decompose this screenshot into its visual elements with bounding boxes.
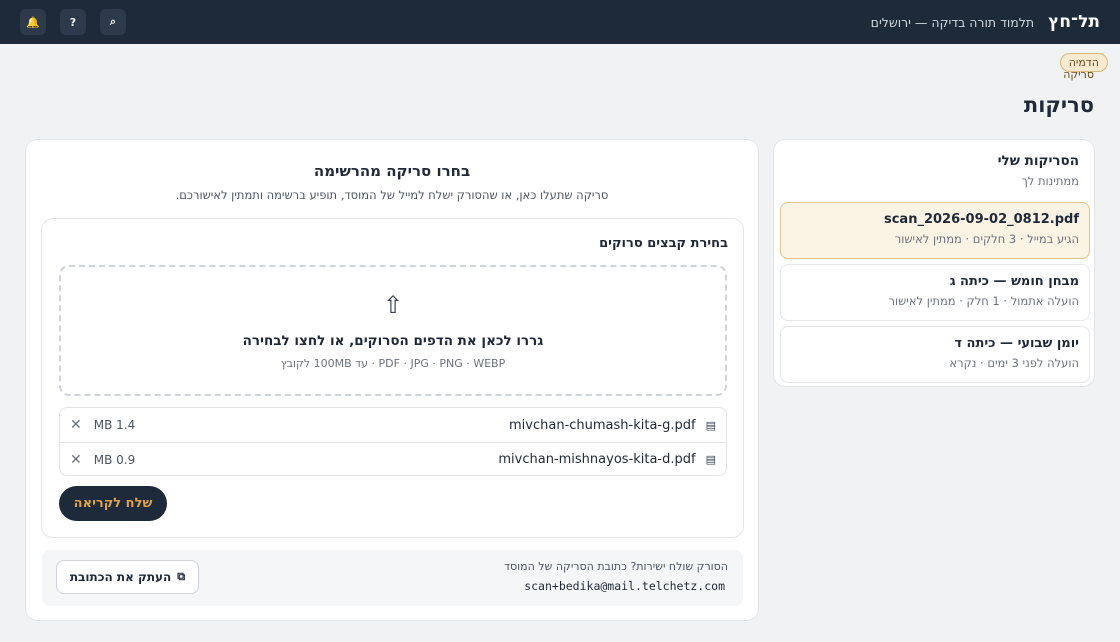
remove-file-close-icon[interactable]: ✕ bbox=[70, 452, 82, 468]
upload-label: בחירת קבצים סרוקים bbox=[599, 236, 728, 251]
file-name: mivchan-mishnayos-kita-d.pdf bbox=[498, 452, 696, 467]
copy-icon: ⧉ bbox=[177, 570, 186, 583]
demo-sub-label: סריקה bbox=[1063, 68, 1094, 81]
send-to-read-button[interactable]: שלח לקריאה bbox=[59, 486, 167, 521]
scan-meta: הגיע במייל · 3 חלקים · ממתין לאישור bbox=[894, 232, 1079, 246]
search-icon[interactable]: ⌕ bbox=[100, 9, 126, 35]
scan-name: scan_2026-09-02_0812.pdf bbox=[883, 212, 1079, 227]
main-title: בחרו סריקה מהרשימה bbox=[313, 162, 471, 180]
scan-email-address[interactable]: scan+bedika@mail.telchetz.com bbox=[524, 579, 725, 593]
scans-list-subtitle: ממתינות לך bbox=[1021, 174, 1079, 188]
copy-address-label: העתק את הכתובת bbox=[69, 570, 172, 584]
upload-section: בחירת קבצים סרוקים ⇧ גררו לכאן את הדפים … bbox=[41, 218, 744, 538]
scan-list-item[interactable]: יומן שבועי — כיתה ד הועלה לפני 3 ימים · … bbox=[780, 326, 1090, 383]
scan-list-item[interactable]: מבחן חומש — כיתה ג הועלה אתמול · 1 חלק ·… bbox=[780, 264, 1090, 321]
page-title: סריקות bbox=[1023, 93, 1094, 117]
scans-list-panel: הסריקות שלי ממתינות לך scan_2026-09-02_0… bbox=[773, 139, 1095, 387]
forward-hint: הסורק שולח ישירות? כתובת הסריקה של המוסד bbox=[504, 560, 728, 573]
scan-name: יומן שבועי — כיתה ד bbox=[954, 336, 1079, 351]
app-logo[interactable]: תל־חץ bbox=[1048, 12, 1100, 32]
upload-arrow-icon: ⇧ bbox=[382, 291, 404, 319]
school-name: תלמוד תורה בדיקה — ירושלים bbox=[870, 14, 1035, 30]
scan-meta: הועלה לפני 3 ימים · נקרא bbox=[949, 356, 1079, 370]
file-size: 0.9 MB bbox=[93, 452, 136, 467]
dropzone-text: גררו לכאן את הדפים הסרוקים, או לחצו לבחי… bbox=[242, 333, 544, 349]
document-icon: ▤ bbox=[705, 418, 716, 432]
brand: תל־חץ תלמוד תורה בדיקה — ירושלים bbox=[871, 12, 1100, 32]
scanner-forward-box: הסורק שולח ישירות? כתובת הסריקה של המוסד… bbox=[42, 550, 743, 606]
file-size: 1.4 MB bbox=[93, 418, 136, 432]
copy-address-button[interactable]: ⧉ העתק את הכתובת bbox=[56, 560, 199, 594]
dropzone-hint: PDF · JPG · PNG · WEBP · עד 100MB לקובץ bbox=[280, 357, 506, 370]
scan-name: מבחן חומש — כיתה ג bbox=[949, 274, 1079, 289]
remove-file-close-icon[interactable]: ✕ bbox=[70, 417, 82, 433]
top-actions: 🔔 ? ⌕ bbox=[20, 9, 126, 35]
file-row: ✕ 1.4 MB mivchan-chumash-kita-g.pdf ▤ bbox=[60, 408, 726, 442]
file-dropzone[interactable]: ⇧ גררו לכאן את הדפים הסרוקים, או לחצו לב… bbox=[59, 265, 727, 396]
scan-list-item[interactable]: scan_2026-09-02_0812.pdf הגיע במייל · 3 … bbox=[780, 202, 1090, 259]
main-subtitle: סריקה שתעלו כאן, או שהסורק ישלח למייל של… bbox=[175, 188, 609, 202]
scan-meta: הועלה אתמול · 1 חלק · ממתין לאישור bbox=[888, 294, 1079, 308]
document-icon: ▤ bbox=[705, 453, 716, 466]
main-panel: בחרו סריקה מהרשימה סריקה שתעלו כאן, או ש… bbox=[25, 139, 759, 621]
scans-list-title: הסריקות שלי bbox=[997, 153, 1079, 169]
top-bar: תל־חץ תלמוד תורה בדיקה — ירושלים 🔔 ? ⌕ bbox=[0, 0, 1120, 44]
notifications-bell-icon[interactable]: 🔔 bbox=[20, 9, 46, 35]
file-name: mivchan-chumash-kita-g.pdf bbox=[509, 417, 696, 433]
file-row: ✕ 0.9 MB mivchan-mishnayos-kita-d.pdf ▤ bbox=[60, 442, 726, 476]
help-icon[interactable]: ? bbox=[60, 9, 86, 35]
selected-files-list: ✕ 1.4 MB mivchan-chumash-kita-g.pdf ▤ ✕ … bbox=[59, 407, 727, 476]
